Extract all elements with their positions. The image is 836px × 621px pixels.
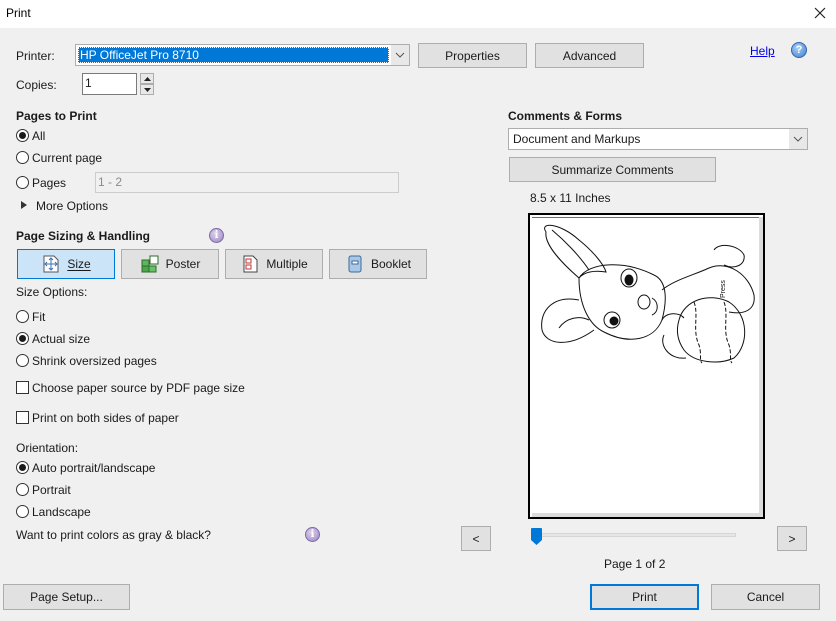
radio-fit-label: Fit <box>32 310 46 324</box>
page-setup-button[interactable]: Page Setup... <box>3 584 130 610</box>
mode-multiple-button[interactable]: Multiple <box>225 249 323 279</box>
printer-selected-value: HP OfficeJet Pro 8710 <box>78 47 389 63</box>
help-icon[interactable]: ? <box>791 42 807 58</box>
multiple-icon <box>243 255 258 273</box>
printer-select[interactable]: HP OfficeJet Pro 8710 <box>75 44 410 66</box>
size-icon <box>43 255 59 273</box>
summarize-comments-button[interactable]: Summarize Comments <box>509 157 716 182</box>
comments-forms-selected-value: Document and Markups <box>513 132 641 146</box>
checkbox-paper-source[interactable] <box>16 381 29 394</box>
radio-current-page[interactable] <box>16 151 29 164</box>
orientation-label: Orientation: <box>16 441 79 455</box>
page-indicator: Page 1 of 2 <box>604 557 666 571</box>
radio-landscape-label: Landscape <box>32 505 91 519</box>
page-shadow <box>759 217 763 517</box>
info-icon[interactable]: i <box>209 228 224 243</box>
radio-portrait[interactable] <box>16 483 29 496</box>
preview-page: Press <box>532 217 759 513</box>
copies-label: Copies: <box>16 78 57 92</box>
pages-range-input[interactable]: 1 - 2 <box>95 172 399 193</box>
radio-portrait-label: Portrait <box>32 483 71 497</box>
poster-icon <box>141 255 159 273</box>
comments-forms-heading: Comments & Forms <box>508 109 623 123</box>
copies-input[interactable]: 1 <box>82 73 137 95</box>
chevron-down-icon[interactable] <box>391 45 409 65</box>
paper-size-label: 8.5 x 11 Inches <box>530 191 611 205</box>
printer-label: Printer: <box>16 49 55 63</box>
mode-booklet-button[interactable]: Booklet <box>329 249 427 279</box>
radio-all[interactable] <box>16 129 29 142</box>
print-button[interactable]: Print <box>590 584 699 610</box>
radio-all-label: All <box>32 129 46 143</box>
window-title: Print <box>6 6 31 20</box>
arrow-up-icon <box>143 76 151 81</box>
grayscale-prompt: Want to print colors as gray & black? <box>16 528 211 542</box>
expand-triangle-icon[interactable] <box>21 201 27 209</box>
checkbox-paper-source-label: Choose paper source by PDF page size <box>32 381 245 395</box>
radio-landscape[interactable] <box>16 505 29 518</box>
page-slider-track[interactable] <box>536 533 736 537</box>
mode-booklet-label: Booklet <box>370 257 412 271</box>
more-options-toggle[interactable]: More Options <box>36 199 108 213</box>
radio-current-page-label: Current page <box>32 151 103 165</box>
advanced-button[interactable]: Advanced <box>535 43 644 68</box>
mode-multiple-label: Multiple <box>266 257 308 271</box>
radio-auto-orientation-label: Auto portrait/landscape <box>32 461 156 475</box>
mode-size-button[interactable]: Size <box>17 249 115 279</box>
arrow-down-icon <box>143 87 151 92</box>
help-link[interactable]: Help <box>750 44 775 58</box>
size-options-label: Size Options: <box>16 285 88 299</box>
radio-actual-size[interactable] <box>16 332 29 345</box>
radio-shrink-oversized-label: Shrink oversized pages <box>32 354 157 368</box>
cancel-button[interactable]: Cancel <box>711 584 820 610</box>
radio-pages[interactable] <box>16 176 29 189</box>
page-slider-thumb[interactable] <box>531 528 542 545</box>
preview-image-text: Press <box>720 280 727 298</box>
mode-poster-button[interactable]: Poster <box>121 249 219 279</box>
checkbox-both-sides-label: Print on both sides of paper <box>32 411 179 425</box>
mode-size-label: Size <box>67 257 91 271</box>
page-shadow <box>532 513 763 517</box>
previous-page-button[interactable]: < <box>461 526 491 551</box>
pages-to-print-heading: Pages to Print <box>16 109 97 123</box>
grayscale-info-icon[interactable]: i <box>305 527 320 542</box>
properties-button[interactable]: Properties <box>418 43 527 68</box>
checkbox-both-sides[interactable] <box>16 411 29 424</box>
copies-decrement[interactable] <box>140 84 154 95</box>
radio-actual-size-label: Actual size <box>32 332 91 346</box>
title-bar: Print <box>0 0 836 28</box>
copies-increment[interactable] <box>140 73 154 84</box>
chevron-down-icon[interactable] <box>789 129 807 149</box>
close-icon[interactable] <box>810 3 830 23</box>
radio-auto-orientation[interactable] <box>16 461 29 474</box>
page-sizing-heading: Page Sizing & Handling <box>16 229 151 243</box>
comments-forms-select[interactable]: Document and Markups <box>508 128 808 150</box>
next-page-button[interactable]: > <box>777 526 807 551</box>
print-preview: Press <box>528 213 765 519</box>
booklet-icon <box>348 255 362 273</box>
radio-fit[interactable] <box>16 310 29 323</box>
bunny-illustration: Press <box>541 224 755 364</box>
mode-poster-label: Poster <box>165 257 201 271</box>
radio-shrink-oversized[interactable] <box>16 354 29 367</box>
radio-pages-label: Pages <box>32 176 67 190</box>
